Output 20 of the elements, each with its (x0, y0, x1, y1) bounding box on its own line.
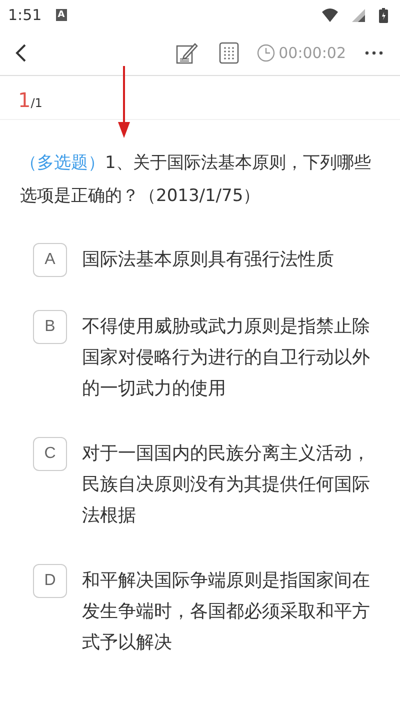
option-letter[interactable]: D (33, 564, 67, 598)
option-letter[interactable]: C (33, 437, 67, 471)
option-text[interactable]: 不得使用威胁或武力原则是指禁止除国家对侵略行为进行的自卫行动以外的一切武力的使用 (82, 311, 374, 404)
option-text[interactable]: 和平解决国际争端原则是指国家间在发生争端时，各国都必须采取和平方式予以解决 (82, 565, 374, 658)
question-text: （多选题）1、关于国际法基本原则，下列哪些选项是正确的？（2013/1/75） (20, 152, 372, 208)
current-question-number: 1 (18, 88, 31, 112)
grid-icon[interactable] (216, 40, 241, 66)
annotation-arrow (116, 66, 132, 138)
option-text[interactable]: 对于一国国内的民族分离主义活动，民族自决原则没有为其提供任何国际法根据 (82, 438, 374, 531)
signal-icon (352, 8, 365, 22)
status-time: 1:51 (8, 6, 42, 24)
wifi-icon (322, 8, 338, 22)
battery-icon (379, 8, 388, 22)
total-questions: /1 (30, 96, 42, 110)
option-letter[interactable]: A (33, 243, 67, 277)
option-text[interactable]: 国际法基本原则具有强行法性质 (82, 244, 374, 275)
notification-icon: A (56, 9, 67, 21)
clock-icon (256, 44, 275, 62)
timer-text: 00:00:02 (278, 44, 346, 62)
option-letter[interactable]: B (33, 310, 67, 344)
